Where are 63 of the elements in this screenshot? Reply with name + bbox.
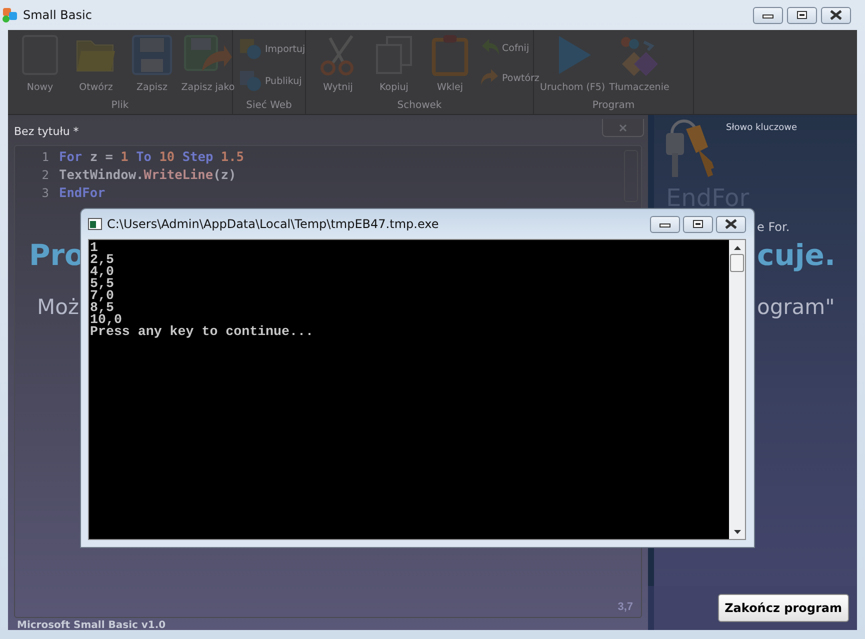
close-icon	[829, 10, 843, 20]
help-description-end: e For.	[757, 220, 790, 234]
ribbon-button[interactable]: Wklej	[424, 34, 476, 93]
scroll-up-icon[interactable]	[734, 246, 740, 250]
ribbon-button[interactable]: Kopiuj	[368, 34, 420, 93]
console-line: 5,5	[90, 278, 115, 290]
minimize-button[interactable]	[650, 216, 680, 232]
scroll-down-icon[interactable]	[734, 530, 740, 534]
window-title: Small Basic	[23, 8, 93, 22]
ribbon-button[interactable]: Wytnij	[312, 34, 364, 93]
maximize-button[interactable]	[683, 216, 713, 232]
scrollbar[interactable]	[729, 240, 745, 539]
console-line: 1	[90, 242, 98, 254]
message-hint-end: ogram"	[757, 295, 835, 319]
close-button[interactable]	[716, 216, 746, 232]
clipboard-icon	[431, 34, 469, 76]
console-line: 4,0	[90, 266, 115, 278]
console-app-icon	[88, 218, 102, 230]
close-icon	[724, 219, 738, 229]
console-line: Press any key to continue...	[90, 326, 314, 338]
ribbon-button[interactable]: Zapisz jako	[182, 34, 234, 93]
maximize-button[interactable]	[787, 6, 817, 24]
cursor-position: 3,7	[618, 601, 633, 613]
group-label: Sieć Web	[245, 100, 293, 113]
console-line: 2,5	[90, 254, 115, 266]
app-logo-icon	[2, 7, 18, 23]
console-window-title: C:\Users\Admin\AppData\Local\Temp\tmpEB47.tmp.exe	[107, 217, 440, 231]
ribbon-button[interactable]: Uruchom (F5)	[540, 34, 606, 93]
ribbon-button[interactable]: Tłumaczenie	[609, 34, 670, 93]
console-line: 8,5	[90, 302, 114, 314]
ribbon-button[interactable]: Powtórz	[480, 68, 540, 88]
line-number: 3	[40, 186, 49, 200]
console-line: 10,0	[90, 314, 122, 326]
group-label: Program	[591, 100, 636, 113]
help-category: Słowo kluczowe	[726, 123, 797, 135]
document-tab-title[interactable]: Bez tytułu *	[14, 125, 79, 138]
globe-disk-icon	[239, 70, 263, 92]
line-number: 2	[40, 168, 49, 182]
group-label: Schowek	[396, 100, 443, 113]
ribbon-button[interactable]: Cofnij	[480, 38, 540, 58]
console-line: 7,0	[90, 290, 115, 302]
maximize-icon	[692, 219, 704, 229]
message-heading-end: cuje.	[757, 238, 836, 272]
maximize-icon	[796, 10, 808, 20]
globe-icon	[239, 38, 263, 60]
close-button[interactable]	[821, 6, 851, 24]
ribbon-button[interactable]: Importuj	[239, 38, 306, 60]
code-line: 3 EndFor	[15, 184, 106, 202]
scroll-thumb[interactable]	[730, 254, 744, 272]
ribbon-button[interactable]: Nowy	[14, 34, 66, 93]
ribbon-button[interactable]: Zapisz	[126, 34, 178, 93]
colored-blocks-icon	[618, 34, 660, 76]
version-label: Microsoft Small Basic v1.0	[16, 619, 167, 633]
line-number: 1	[40, 150, 49, 164]
code-line: 2 TextWindow.WriteLine(z)	[15, 166, 236, 184]
ribbon-button[interactable]: Publikuj	[239, 70, 306, 92]
group-label: Plik	[110, 100, 130, 113]
close-icon	[619, 124, 627, 132]
end-program-button[interactable]: Zakończ program	[718, 594, 849, 622]
ribbon-button[interactable]: Otwórz	[70, 34, 122, 93]
message-hint-start: Moż	[37, 295, 79, 319]
code-line: 1 For z = 1 To 10 Step 1.5	[15, 148, 244, 166]
minimize-button[interactable]	[753, 6, 783, 24]
